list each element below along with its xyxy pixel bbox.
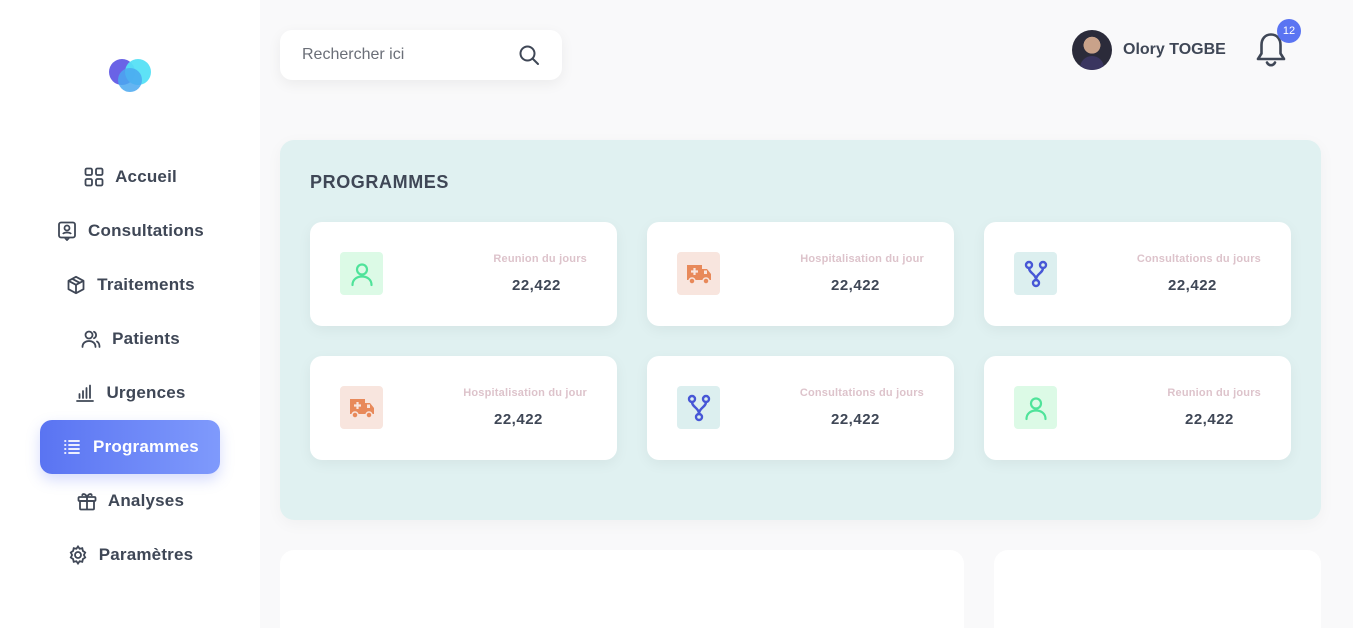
stat-value: 22,422 (831, 277, 880, 294)
stat-value: 22,422 (1185, 411, 1234, 428)
grid-icon (83, 166, 105, 188)
stat-label: Hospitalisation du jour (463, 387, 587, 399)
sidebar-item-patients[interactable]: Patients (40, 312, 220, 366)
sidebar-item-label: Analyses (107, 491, 185, 510)
app: Accueil Consultations Traitements Patien… (0, 0, 1353, 628)
stat-value: 22,422 (494, 411, 543, 428)
stat-icon-tile (677, 386, 720, 429)
list-icon (61, 436, 83, 458)
user-name: Olory TOGBE (1123, 41, 1226, 58)
sidebar-item-accueil[interactable]: Accueil (40, 150, 220, 204)
sidebar-item-label: Urgences (106, 383, 186, 402)
sidebar-item-consultations[interactable]: Consultations (40, 204, 220, 258)
sidebar-nav: Accueil Consultations Traitements Patien… (40, 150, 220, 582)
stat-card-hospitalisation[interactable]: Hospitalisation du jour 22,422 (310, 356, 617, 460)
stat-icon-tile (1014, 386, 1057, 429)
page-title: PROGRAMMES (310, 172, 450, 192)
stat-card-reunion[interactable]: Reunion du jours 22,422 (310, 222, 617, 326)
stat-value: 22,422 (831, 411, 880, 428)
programmes-panel: PROGRAMMES Reunion du jours 22,422 Hospi… (280, 140, 1321, 520)
stat-label: Hospitalisation du jour (800, 253, 924, 265)
sidebar-item-label: Accueil (115, 167, 177, 186)
content-card-right (994, 550, 1321, 628)
avatar[interactable] (1072, 30, 1112, 70)
stat-card-hospitalisation[interactable]: Hospitalisation du jour 22,422 (647, 222, 954, 326)
sidebar-item-label: Paramètres (98, 545, 194, 564)
content-card-left (280, 550, 964, 628)
stat-icon-tile (677, 252, 720, 295)
box-icon (65, 274, 87, 296)
search-icon[interactable] (518, 44, 540, 66)
notification-badge: 12 (1277, 19, 1301, 43)
sidebar-item-urgences[interactable]: Urgences (40, 366, 220, 420)
stat-label: Reunion du jours (493, 253, 587, 265)
users-icon (80, 328, 102, 350)
user-menu[interactable]: Olory TOGBE (1072, 30, 1226, 70)
stat-card-consultations[interactable]: Consultations du jours 22,422 (647, 356, 954, 460)
sidebar-item-traitements[interactable]: Traitements (40, 258, 220, 312)
sidebar-item-label: Patients (112, 329, 180, 348)
sidebar-item-label: Consultations (88, 221, 204, 240)
stat-card-consultations[interactable]: Consultations du jours 22,422 (984, 222, 1291, 326)
stat-label: Reunion du jours (1167, 387, 1261, 399)
search-input[interactable] (302, 46, 518, 64)
gift-icon (76, 490, 98, 512)
bar-chart-icon (74, 382, 96, 404)
stat-icon-tile (340, 252, 383, 295)
user-icon (1024, 396, 1047, 420)
ambulance-icon (686, 264, 711, 285)
stat-icon-tile (1014, 252, 1057, 295)
fork-icon (1024, 260, 1047, 287)
stat-label: Consultations du jours (799, 387, 924, 399)
search-box (280, 30, 562, 80)
logo-icon[interactable] (106, 56, 154, 96)
fork-icon (687, 394, 710, 421)
consultation-icon (56, 220, 78, 242)
ambulance-icon (349, 398, 374, 419)
stat-value: 22,422 (1168, 277, 1217, 294)
stat-card-reunion[interactable]: Reunion du jours 22,422 (984, 356, 1291, 460)
user-icon (350, 262, 373, 286)
stat-icon-tile (340, 386, 383, 429)
sidebar: Accueil Consultations Traitements Patien… (0, 0, 260, 628)
gear-icon (67, 544, 89, 566)
sidebar-item-label: Traitements (97, 275, 195, 294)
stat-value: 22,422 (512, 277, 561, 294)
sidebar-item-programmes[interactable]: Programmes (40, 420, 220, 474)
sidebar-item-label: Programmes (93, 437, 199, 456)
sidebar-item-parametres[interactable]: Paramètres (40, 528, 220, 582)
sidebar-item-analyses[interactable]: Analyses (40, 474, 220, 528)
stat-label: Consultations du jours (1136, 253, 1261, 265)
